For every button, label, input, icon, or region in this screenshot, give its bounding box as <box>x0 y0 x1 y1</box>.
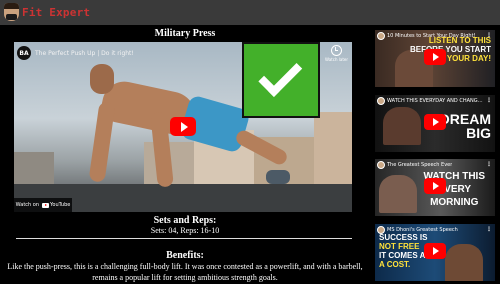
overlay-line: NOT FREE <box>379 242 420 251</box>
site-logo[interactable]: Fit Expert <box>4 3 90 21</box>
athlete-arm <box>88 101 116 183</box>
related-video-header: The Greatest Speech Ever <box>377 161 483 169</box>
overlay-line: LISTEN TO THIS <box>428 36 491 45</box>
related-video-card[interactable]: 10 Minutes to Start Your Day Right! ⋮ LI… <box>375 30 495 87</box>
channel-avatar[interactable] <box>377 97 385 105</box>
related-video-card[interactable]: MS Dhoni's Greatest Speech ⋮ SUCCESS IS … <box>375 224 495 281</box>
overlay-line: IT COMES AT <box>379 251 430 260</box>
checkmark-icon <box>258 53 303 97</box>
sets-heading: Sets and Reps: <box>153 215 217 226</box>
exercise-title: Military Press <box>154 28 216 39</box>
play-icon <box>432 53 439 61</box>
related-video-title[interactable]: The Greatest Speech Ever <box>387 162 452 168</box>
thumbnail-overlay-text: DREAM BIG <box>440 112 491 140</box>
play-icon <box>432 182 439 190</box>
benefits-heading: Benefits: <box>166 250 204 261</box>
watch-on-label: Watch on <box>15 202 40 208</box>
thumbnail-overlay-text: LISTEN TO THIS BEFORE YOU START YOUR DAY… <box>410 36 491 63</box>
watch-on-youtube-button[interactable]: Watch on YouTube <box>14 198 72 212</box>
speaker-image <box>383 107 421 145</box>
section-divider <box>16 238 352 239</box>
play-button[interactable] <box>424 114 446 130</box>
play-icon <box>432 247 439 255</box>
play-button[interactable] <box>424 243 446 259</box>
overlay-line: MORNING <box>430 197 479 208</box>
overlay-line: SUCCESS IS <box>379 233 428 242</box>
checkmark-card <box>242 42 320 118</box>
related-video-title[interactable]: WATCH THIS EVERYDAY AND CHANGE YOUR LIFE <box>387 98 483 104</box>
related-video-header: WATCH THIS EVERYDAY AND CHANGE YOUR LIFE <box>377 97 483 105</box>
overlay-line: BEFORE YOU START <box>409 45 491 54</box>
background-building <box>314 112 352 192</box>
channel-avatar[interactable] <box>377 32 385 40</box>
main-content: Military Press BA The Perfect Push Up | … <box>0 25 370 284</box>
related-video-card[interactable]: The Greatest Speech Ever ⋮ WATCH THIS EV… <box>375 159 495 216</box>
video-player[interactable]: BA The Perfect Push Up | Do it right! Wa… <box>14 42 352 212</box>
overlay-line: DREAM <box>439 111 491 127</box>
overlay-line: BIG <box>466 125 491 141</box>
more-options-icon[interactable]: ⋮ <box>486 161 492 168</box>
logo-text: Fit Expert <box>22 5 91 19</box>
overlay-line: A COST. <box>379 260 411 269</box>
speaker-image <box>379 175 417 213</box>
sets-values: Sets: 04, Reps: 16-10 <box>150 226 220 235</box>
youtube-logo-icon <box>42 202 50 208</box>
play-button[interactable] <box>424 178 446 194</box>
related-video-card[interactable]: WATCH THIS EVERYDAY AND CHANGE YOUR LIFE… <box>375 95 495 152</box>
benefits-text: Like the push-press, this is a challengi… <box>7 262 363 282</box>
play-button[interactable] <box>424 49 446 65</box>
clock-icon <box>331 45 343 56</box>
athlete-shoe <box>266 170 290 184</box>
logo-face-icon <box>4 3 19 21</box>
channel-avatar[interactable] <box>377 161 385 169</box>
play-icon <box>180 121 188 132</box>
video-title[interactable]: The Perfect Push Up | Do it right! <box>35 50 134 57</box>
athlete-head <box>90 64 114 94</box>
overlay-line: YOUR DAY! <box>446 54 491 63</box>
related-videos-sidebar: 10 Minutes to Start Your Day Right! ⋮ LI… <box>372 25 500 284</box>
speaker-image <box>445 244 483 281</box>
site-header: Fit Expert <box>0 0 500 25</box>
play-button[interactable] <box>170 117 196 136</box>
youtube-label: YouTube <box>50 202 71 208</box>
watch-later-button[interactable]: Watch later <box>325 45 348 62</box>
watch-later-label: Watch later <box>325 57 348 62</box>
more-options-icon[interactable]: ⋮ <box>486 226 492 233</box>
channel-icon[interactable]: BA <box>17 46 31 60</box>
thumbnail-overlay-text: SUCCESS IS NOT FREE IT COMES AT A COST. <box>379 233 430 269</box>
more-options-icon[interactable]: ⋮ <box>486 97 492 104</box>
play-icon <box>432 118 439 126</box>
